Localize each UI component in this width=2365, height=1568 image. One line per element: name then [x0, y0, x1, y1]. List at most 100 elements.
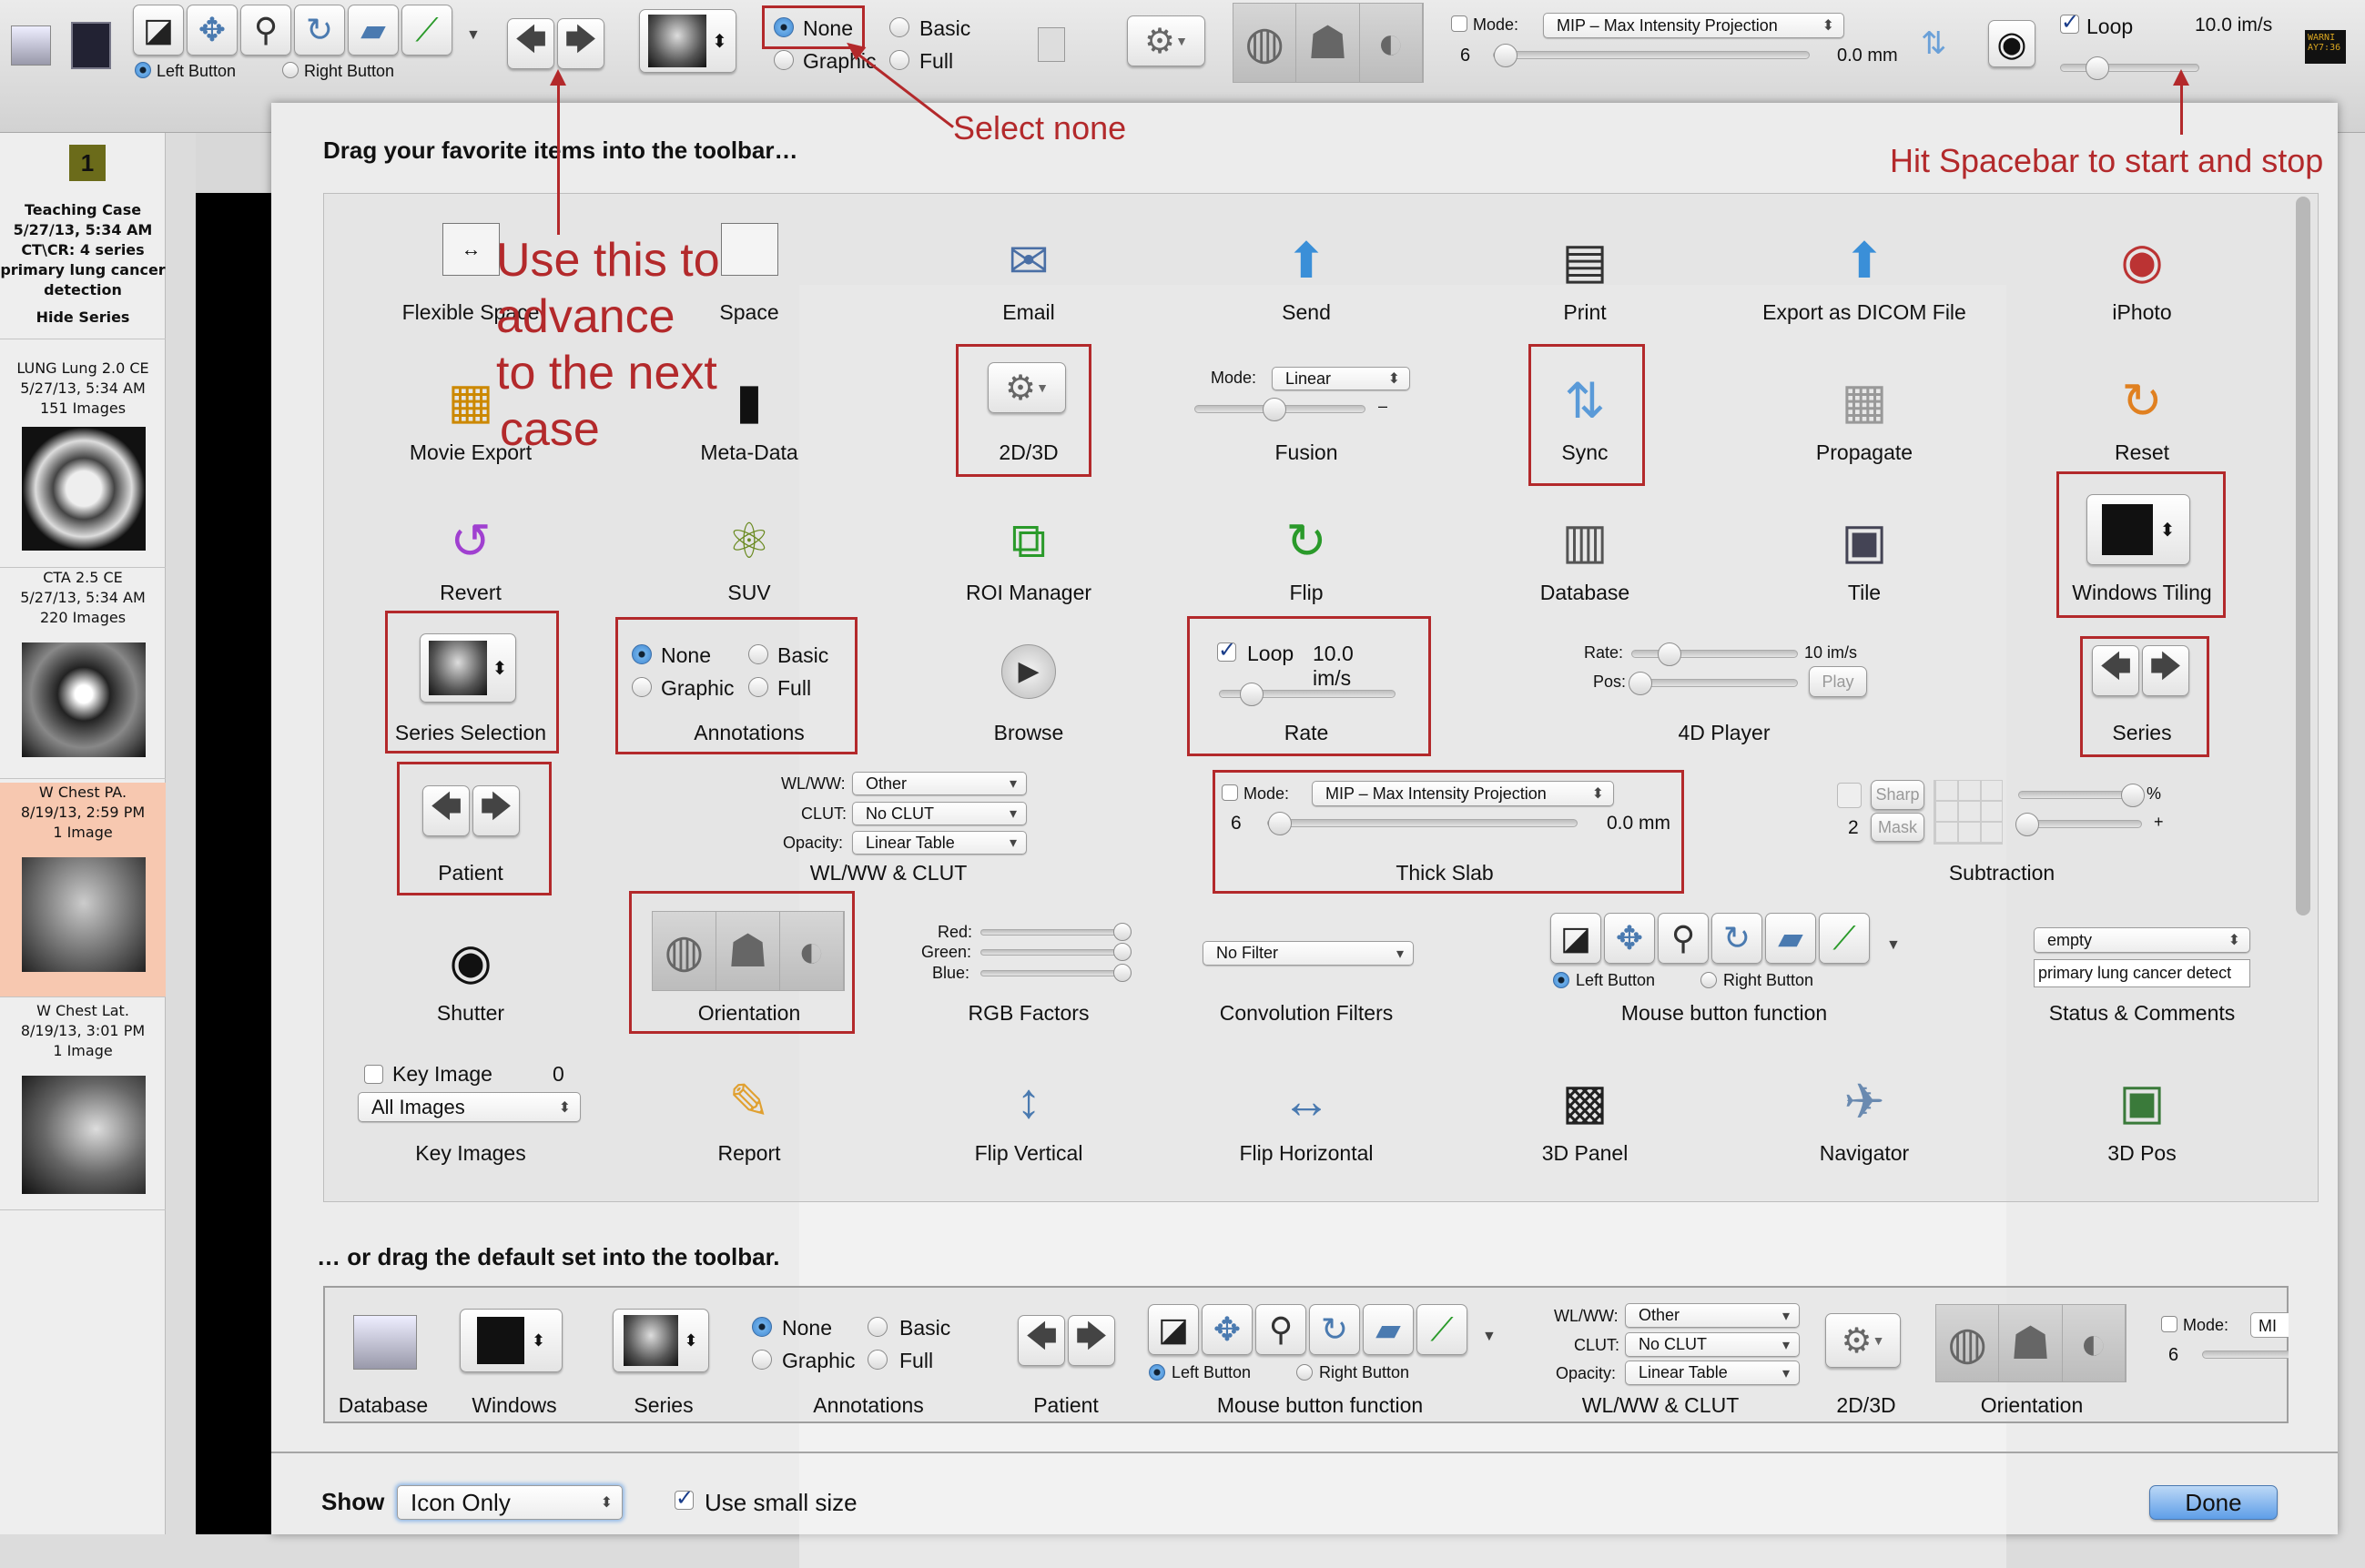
blue-slider[interactable]: [980, 964, 1132, 982]
2d-3d-button[interactable]: ⚙ ▼: [1127, 15, 1205, 66]
revert-icon[interactable]: ↺: [434, 509, 507, 572]
slider-knob[interactable]: [1113, 923, 1132, 941]
annotations-none-radio[interactable]: [774, 17, 794, 37]
database-icon[interactable]: ▥: [1548, 509, 1621, 572]
window-level-tool-button[interactable]: ◪: [133, 5, 184, 56]
thick-slab-checkbox[interactable]: [1451, 15, 1467, 32]
left-button-radio[interactable]: [1553, 972, 1569, 988]
key-images-filter-select[interactable]: All Images: [358, 1092, 581, 1122]
roi-manager-icon[interactable]: ⧉: [992, 509, 1065, 572]
player-pos-slider[interactable]: [1629, 672, 1798, 695]
3d-pos-icon[interactable]: ▣: [2106, 1069, 2178, 1133]
convolution-filter-select[interactable]: No Filter: [1203, 941, 1414, 966]
slider-knob[interactable]: [1113, 964, 1132, 982]
slider-knob[interactable]: [2015, 813, 2039, 836]
sharp-button[interactable]: Sharp: [1871, 780, 1924, 810]
suv-icon[interactable]: ⚛: [713, 509, 786, 572]
previous-patient-button[interactable]: 🡄: [507, 18, 554, 69]
use-small-size-checkbox[interactable]: ✓: [675, 1488, 694, 1510]
shutter-icon[interactable]: ◉: [434, 929, 507, 993]
right-button-radio[interactable]: [1700, 972, 1717, 988]
done-button[interactable]: Done: [2149, 1485, 2278, 1520]
annotations-graphic-radio[interactable]: [774, 50, 794, 70]
play-button[interactable]: Play: [1809, 666, 1867, 697]
flip-icon[interactable]: ↻: [1270, 509, 1343, 572]
rotate-tool-button[interactable]: ↻: [294, 5, 345, 56]
opacity-select[interactable]: Linear Table: [852, 831, 1027, 855]
document-icon[interactable]: [1038, 27, 1065, 62]
status-select[interactable]: empty: [2034, 927, 2250, 953]
flip-vertical-icon[interactable]: ↕: [992, 1069, 1065, 1133]
player-rate-slider[interactable]: [1631, 642, 1798, 666]
window-level-tool-button[interactable]: ◪: [1550, 913, 1601, 964]
series-thumbnail[interactable]: [22, 642, 146, 757]
flexible-space-icon[interactable]: ↔: [442, 223, 500, 276]
shutter-button[interactable]: ◉: [1988, 20, 2035, 67]
tools-menu-arrow-icon[interactable]: ▼: [466, 27, 481, 44]
show-select[interactable]: Icon Only: [397, 1485, 623, 1520]
slider-knob[interactable]: [2121, 784, 2145, 807]
slider-knob[interactable]: [1629, 672, 1652, 695]
tile-icon[interactable]: ▣: [1828, 509, 1901, 572]
series-thumbnail[interactable]: [22, 1076, 146, 1194]
series-item-selected[interactable]: W Chest PA. 8/19/13, 2:59 PM 1 Image: [0, 783, 166, 997]
slider-knob[interactable]: [1494, 44, 1517, 67]
series-thumbnail[interactable]: [22, 427, 146, 551]
reset-icon[interactable]: ↻: [2106, 369, 2178, 432]
annotations-full-radio[interactable]: [889, 50, 909, 70]
windows-icon[interactable]: [71, 22, 111, 69]
move-tool-button[interactable]: ✥: [187, 5, 238, 56]
series-selection-button[interactable]: ⬍: [639, 9, 736, 73]
next-patient-button[interactable]: 🡆: [557, 18, 604, 69]
loop-checkbox[interactable]: ✓: [2060, 12, 2079, 34]
slider-knob[interactable]: [1113, 943, 1132, 961]
export-dicom-icon[interactable]: ⬆: [1828, 228, 1901, 292]
coronal-icon[interactable]: ☗: [1296, 4, 1360, 82]
series-thumbnail[interactable]: [22, 857, 146, 972]
comment-field[interactable]: primary lung cancer detect: [2034, 959, 2250, 987]
sagittal-icon[interactable]: ◐: [1359, 4, 1423, 82]
subtraction-offset-slider[interactable]: [2015, 813, 2142, 836]
subtraction-grid[interactable]: [1934, 780, 2003, 845]
scroll-tool-button[interactable]: ▰: [348, 5, 399, 56]
hide-series-button[interactable]: Hide Series: [0, 308, 166, 328]
series-item[interactable]: LUNG Lung 2.0 CE 5/27/13, 5:34 AM 151 Im…: [0, 359, 166, 568]
right-button-radio[interactable]: [282, 62, 299, 78]
browse-icon[interactable]: ▶: [1001, 644, 1056, 699]
flip-horizontal-icon[interactable]: ↔: [1270, 1069, 1343, 1133]
3d-panel-icon[interactable]: ▩: [1548, 1069, 1621, 1133]
key-image-checkbox[interactable]: [364, 1065, 383, 1084]
database-icon[interactable]: [11, 25, 51, 66]
mask-button[interactable]: Mask: [1871, 813, 1924, 842]
subtraction-percent-slider[interactable]: [2018, 784, 2145, 807]
iphoto-icon[interactable]: ◉: [2106, 228, 2178, 292]
axial-icon[interactable]: ◍: [1233, 4, 1297, 82]
length-tool-button[interactable]: ⟋: [1819, 913, 1870, 964]
space-icon[interactable]: [721, 223, 778, 276]
slab-slider[interactable]: [1493, 44, 1810, 67]
zoom-tool-button[interactable]: ⚲: [240, 5, 291, 56]
annotations-basic-radio[interactable]: [889, 17, 909, 37]
length-tool-button[interactable]: ⟋: [401, 5, 452, 56]
print-icon[interactable]: ▤: [1548, 228, 1621, 292]
study-item[interactable]: Teaching Case 5/27/13, 5:34 AM CT\CR: 4 …: [0, 200, 166, 339]
clut-select[interactable]: No CLUT: [852, 802, 1027, 825]
green-slider[interactable]: [980, 943, 1132, 961]
series-item[interactable]: W Chest Lat. 8/19/13, 3:01 PM 1 Image: [0, 1001, 166, 1210]
zoom-tool-button[interactable]: ⚲: [1658, 913, 1709, 964]
navigator-icon[interactable]: ✈: [1828, 1069, 1901, 1133]
tools-menu-arrow-icon[interactable]: ▼: [1886, 937, 1901, 954]
report-icon[interactable]: ✎: [713, 1069, 786, 1133]
move-tool-button[interactable]: ✥: [1604, 913, 1655, 964]
send-icon[interactable]: ⬆: [1270, 228, 1343, 292]
email-icon[interactable]: ✉: [992, 228, 1065, 292]
mode-select[interactable]: MIP – Max Intensity Projection: [1543, 13, 1844, 38]
red-slider[interactable]: [980, 923, 1132, 941]
wlww-select[interactable]: Other: [852, 772, 1027, 795]
slider-knob[interactable]: [2085, 56, 2109, 80]
subtraction-checkbox[interactable]: [1837, 783, 1862, 808]
metadata-icon[interactable]: WARNI AY7:36: [2305, 30, 2346, 64]
meta-data-icon[interactable]: ▮: [713, 369, 786, 432]
series-item[interactable]: CTA 2.5 CE 5/27/13, 5:34 AM 220 Images: [0, 568, 166, 779]
palette-scrollbar[interactable]: [2296, 197, 2310, 916]
